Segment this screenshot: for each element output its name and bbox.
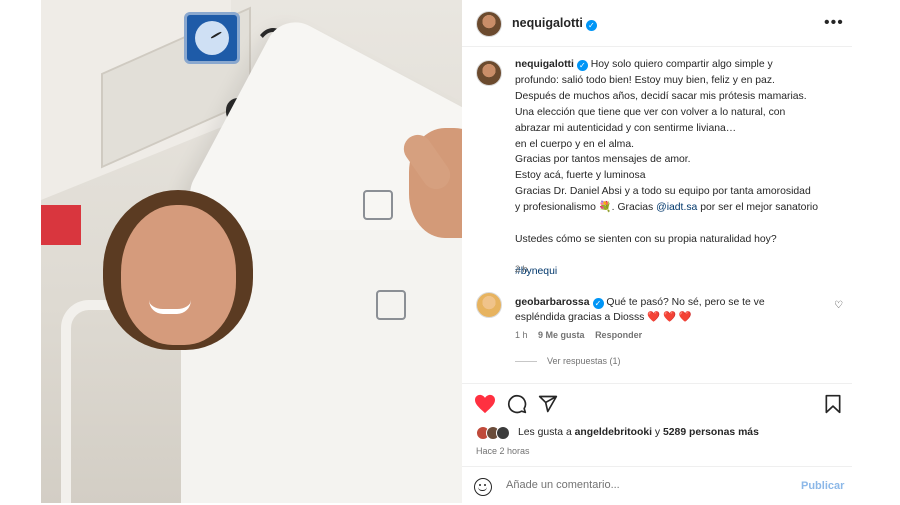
caption-author-avatar[interactable] (476, 60, 502, 86)
author-username[interactable]: nequigalotti ✓ (512, 16, 597, 31)
caption-line: Una elección que tiene que ver con volve… (515, 106, 786, 118)
comment-time[interactable]: 1 h (515, 330, 528, 340)
caption-timestamp[interactable]: 2 h (515, 264, 528, 274)
post-details-panel: nequigalotti ✓ ••• nequigalotti ✓ Hoy solo… (462, 0, 852, 505)
caption-line: Después de muchos años, decidí sacar mis… (515, 90, 807, 102)
comment-bubble-icon[interactable] (507, 394, 527, 414)
verified-badge-icon: ✓ (592, 298, 604, 309)
caption-line: en el cuerpo y en el alma. (515, 138, 634, 150)
caption-line: por ser el mejor sanatorio (697, 202, 819, 214)
post-caption: nequigalotti ✓ Hoy solo quiero compartir … (515, 57, 845, 280)
red-container (41, 205, 81, 245)
caption-line: y profesionalismo 💐. Gracias (515, 202, 657, 214)
liker-avatar[interactable] (496, 426, 510, 440)
more-options-icon[interactable]: ••• (824, 14, 844, 32)
verified-badge-icon: ✓ (576, 60, 588, 71)
likes-middle: y (652, 427, 663, 438)
comment-body: espléndida gracias a Diosss ❤️ ❤️ ❤️ (515, 312, 692, 324)
caption-line: Gracias por tantos mensajes de amor. (515, 154, 691, 166)
send-icon[interactable] (538, 394, 558, 414)
mention-link[interactable]: @iadt.sa (656, 202, 697, 213)
view-replies-label[interactable]: Ver respuestas (1) (547, 356, 621, 366)
heart-filled-icon[interactable] (474, 394, 496, 414)
emoji-smile-icon[interactable] (474, 478, 492, 496)
commenter-username[interactable]: geobarbarossa (515, 297, 590, 308)
caption-line: Estoy acá, fuerte y luminosa (515, 170, 646, 182)
view-replies-button[interactable]: Ver respuestas (1) (515, 356, 621, 366)
comment-meta: 1 h 9 Me gusta Responder (515, 330, 650, 340)
replies-divider (515, 361, 537, 363)
caption-line: Gracias Dr. Daniel Absi y a todo su equi… (515, 186, 811, 198)
comment-text: geobarbarossa ✓ Qué te pasó? No sé, pero … (515, 295, 815, 325)
comment-input[interactable] (506, 479, 786, 491)
publish-button[interactable]: Publicar (801, 480, 844, 492)
author-avatar[interactable] (476, 11, 502, 37)
caption-author[interactable]: nequigalotti (515, 59, 574, 70)
reply-button[interactable]: Responder (595, 330, 642, 340)
comment-likes[interactable]: 9 Me gusta (538, 330, 585, 340)
caption-line: Hoy solo quiero compartir algo simple y (590, 59, 773, 70)
gown-logo (363, 190, 393, 220)
bookmark-icon[interactable] (824, 394, 842, 414)
likes-summary: Les gusta a angeldebritooki y 5289 perso… (476, 426, 846, 442)
verified-badge-icon: ✓ (585, 20, 597, 31)
likes-prefix: Les gusta a (518, 427, 575, 438)
author-name[interactable]: nequigalotti (512, 16, 583, 30)
gown-logo (376, 290, 406, 320)
commenter-avatar[interactable] (476, 292, 502, 318)
face (121, 205, 236, 345)
caption-line: profundo: salió todo bien! Estoy muy bie… (515, 74, 775, 86)
likes-count[interactable]: 5289 personas más (663, 427, 759, 438)
comment-like-heart-icon[interactable]: ♡ (834, 300, 843, 311)
add-comment-bar: Publicar (462, 466, 852, 505)
caption-line: abrazar mi autenticidad y con sentirme l… (515, 122, 737, 134)
post-age[interactable]: Hace 2 horas (476, 446, 530, 456)
comment-body: Qué te pasó? No sé, pero se te ve (606, 297, 765, 308)
liker-username[interactable]: angeldebritooki (575, 427, 652, 438)
likes-text: Les gusta a angeldebritooki y 5289 perso… (518, 427, 759, 438)
action-bar (462, 383, 852, 423)
wall-clock (184, 12, 240, 64)
caption-question: Ustedes cómo se sienten con su propia na… (515, 233, 777, 245)
post-photo[interactable] (41, 0, 462, 503)
post-header: nequigalotti ✓ ••• (462, 0, 852, 47)
